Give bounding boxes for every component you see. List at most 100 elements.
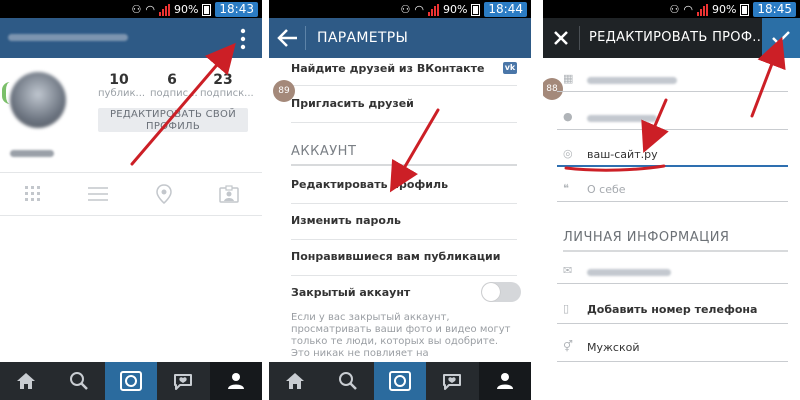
stat-value: 23	[213, 72, 233, 88]
panel-gap	[262, 0, 269, 400]
header-divider	[305, 26, 306, 50]
bottom-tab-bar	[269, 362, 531, 400]
menu-item-label: Найдите друзей из ВКонтакте	[291, 62, 485, 75]
website-field[interactable]: ◎ ваш-сайт.ру	[557, 143, 788, 167]
bottom-tab-bar	[0, 362, 262, 400]
vk-icon: vk	[503, 62, 517, 74]
phone-field[interactable]: ▯ Добавить номер телефона	[557, 296, 788, 324]
quote-icon: ❝	[563, 182, 569, 195]
stat-label: подписк...	[200, 88, 254, 99]
add-phone-label: Добавить номер телефона	[587, 303, 758, 316]
wifi-icon: ◠	[414, 2, 424, 16]
avatar[interactable]	[10, 72, 66, 128]
activity-icon[interactable]	[426, 362, 478, 400]
private-account-toggle[interactable]	[481, 282, 521, 302]
menu-item-change-password[interactable]: Изменить пароль	[291, 214, 517, 240]
menu-item-label: Редактировать профиль	[291, 178, 449, 191]
menu-item-label: Понравившиеся вам публикации	[291, 250, 501, 263]
camera-icon[interactable]	[373, 362, 427, 400]
user-icon: ●	[563, 110, 573, 123]
settings-header: ПАРАМЕТРЫ	[269, 18, 531, 58]
stat-label: публик...	[98, 88, 146, 99]
stat-posts[interactable]: 10 публик...	[98, 72, 146, 99]
page-title: РЕДАКТИРОВАТЬ ПРОФ...	[589, 30, 766, 45]
home-icon[interactable]	[269, 362, 321, 400]
gender-icon: ⚥	[563, 340, 573, 353]
signal-icon	[158, 3, 170, 16]
field-value-blurred	[587, 77, 677, 84]
battery-icon	[740, 3, 750, 16]
usb-icon: ⚇	[131, 2, 142, 16]
list-icon[interactable]	[66, 173, 132, 215]
header-divider	[579, 26, 580, 50]
clock: 18:45	[753, 2, 796, 17]
confirm-check-icon[interactable]	[762, 18, 800, 58]
name-field[interactable]: ▦	[557, 68, 788, 92]
clock: 18:44	[484, 2, 527, 17]
battery-percent: 90%	[442, 3, 468, 16]
menu-item-find-vk-friends[interactable]: Найдите друзей из ВКонтакте vk	[291, 62, 517, 86]
grid-icon[interactable]	[0, 173, 66, 215]
gender-field[interactable]: ⚥ Мужской	[557, 334, 788, 362]
tagged-icon[interactable]	[197, 173, 263, 215]
battery-icon	[202, 3, 212, 16]
search-icon[interactable]	[321, 362, 373, 400]
page-title: ПАРАМЕТРЫ	[317, 30, 409, 46]
menu-item-invite-friends[interactable]: Пригласить друзей	[291, 97, 517, 123]
usb-icon: ⚇	[669, 2, 680, 16]
profile-view-switcher	[0, 172, 262, 216]
menu-item-label: Изменить пароль	[291, 214, 401, 227]
menu-item-edit-profile[interactable]: Редактировать профиль	[291, 178, 517, 204]
calendar-icon: ▦	[563, 72, 574, 85]
close-icon[interactable]	[553, 30, 569, 46]
stat-value: 10	[109, 72, 129, 88]
battery-percent: 90%	[711, 3, 737, 16]
signal-icon	[427, 3, 439, 16]
display-name-blurred	[10, 150, 54, 157]
menu-item-liked-posts[interactable]: Понравившиеся вам публикации	[291, 250, 517, 276]
section-header-personal: ЛИЧНАЯ ИНФОРМАЦИЯ	[563, 230, 788, 252]
camera-icon[interactable]	[104, 362, 158, 400]
clock: 18:43	[215, 2, 258, 17]
wifi-icon: ◠	[145, 2, 155, 16]
bio-field[interactable]: ❝ О себе	[557, 178, 788, 202]
activity-icon[interactable]	[157, 362, 209, 400]
globe-icon: ◎	[563, 147, 573, 160]
email-field[interactable]: ✉	[557, 260, 788, 284]
edit-profile-button[interactable]: РЕДАКТИРОВАТЬ СВОЙ ПРОФИЛЬ	[98, 108, 248, 132]
settings-screen: ⚇ ◠ 90% 18:44 ПАРАМЕТРЫ Найдите друзей и…	[269, 0, 531, 400]
username-blurred	[8, 34, 128, 41]
back-arrow-icon[interactable]	[277, 28, 299, 48]
overflow-menu-icon[interactable]	[240, 28, 246, 50]
profile-icon[interactable]	[209, 362, 262, 400]
stat-value: 6	[167, 72, 177, 88]
profile-screen: ⚇ ◠ 90% 18:43 10 публик... 6 подпис... 2…	[0, 0, 262, 400]
status-bar: ⚇ ◠ 90% 18:44	[269, 0, 531, 18]
phone-icon: ▯	[563, 302, 570, 315]
mail-icon: ✉	[563, 264, 573, 277]
status-bar: ⚇ ◠ 90% 18:45	[543, 0, 800, 18]
profile-icon[interactable]	[478, 362, 531, 400]
stat-label: подпис...	[150, 88, 198, 99]
panel-gap	[531, 0, 543, 400]
edit-profile-screen: ⚇ ◠ 90% 18:45 РЕДАКТИРОВАТЬ ПРОФ... 88 ▦	[543, 0, 800, 400]
status-bar: ⚇ ◠ 90% 18:43	[0, 0, 262, 18]
profile-header	[0, 18, 262, 58]
bio-placeholder: О себе	[587, 183, 626, 196]
wifi-icon: ◠	[683, 2, 693, 16]
battery-icon	[471, 3, 481, 16]
toggle-knob	[482, 283, 500, 301]
usb-icon: ⚇	[400, 2, 411, 16]
signal-icon	[696, 3, 708, 16]
stat-following[interactable]: 23 подписк...	[200, 72, 254, 99]
location-pin-icon[interactable]	[131, 173, 197, 215]
edit-profile-header: РЕДАКТИРОВАТЬ ПРОФ...	[543, 18, 800, 58]
username-field[interactable]: ●	[557, 106, 788, 130]
section-header-account: АККАУНТ	[291, 144, 517, 166]
battery-percent: 90%	[173, 3, 199, 16]
gender-value: Мужской	[587, 341, 640, 354]
home-icon[interactable]	[0, 362, 52, 400]
stat-followers[interactable]: 6 подпис...	[150, 72, 198, 99]
watermark-badge: 89	[273, 80, 295, 102]
search-icon[interactable]	[52, 362, 104, 400]
